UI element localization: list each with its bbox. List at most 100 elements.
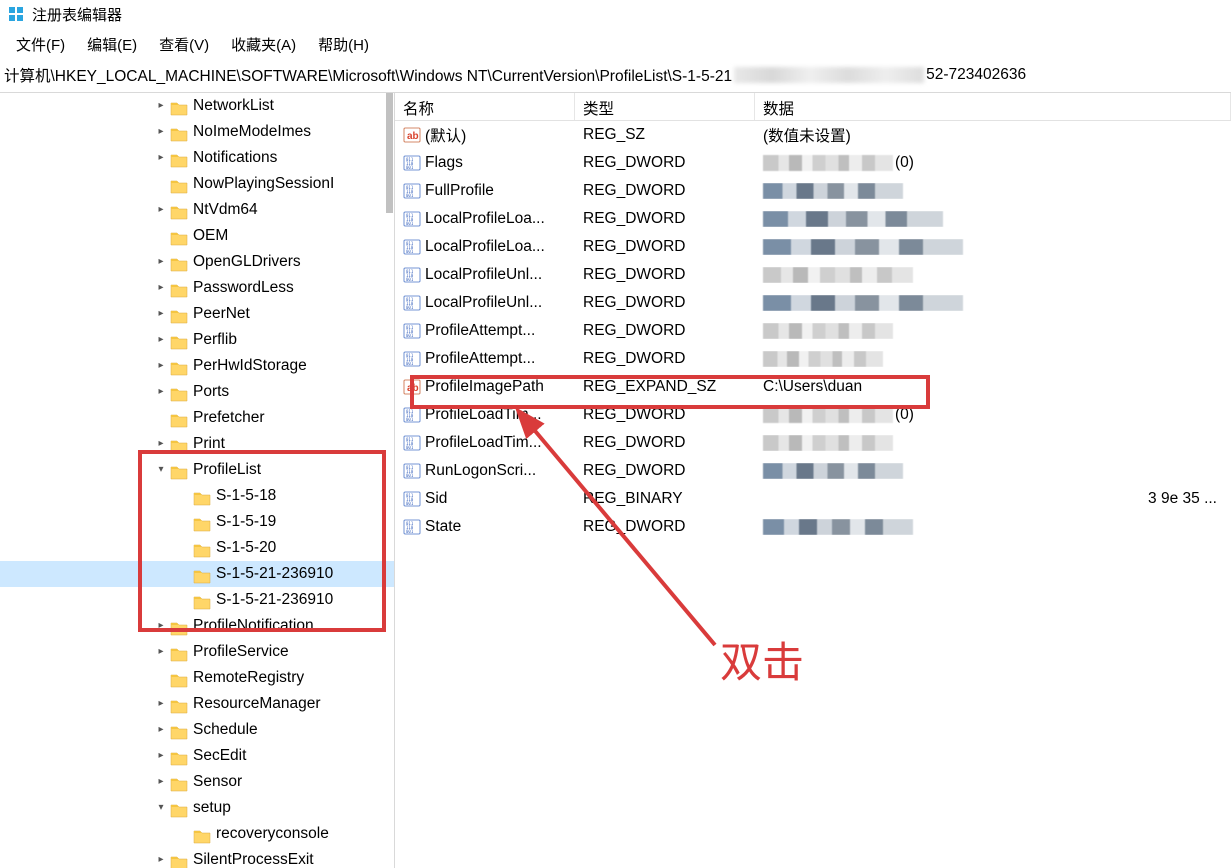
list-row[interactable]: FullProfileREG_DWORD: [395, 177, 1231, 205]
tree-item[interactable]: ▸ OpenGLDrivers: [0, 249, 394, 275]
list-pane[interactable]: 名称 类型 数据 (默认)REG_SZ(数值未设置)FlagsREG_DWORD…: [395, 93, 1231, 868]
tree-item[interactable]: ▸Perflib: [0, 327, 394, 353]
chevron-right-icon[interactable]: ▸: [155, 691, 167, 717]
tree-item[interactable]: ·OEM: [0, 223, 394, 249]
data-text: 3 9e 35 ...: [1148, 490, 1223, 508]
menu-file[interactable]: 文件(F): [16, 34, 65, 55]
tree-item[interactable]: ▸ProfileService: [0, 639, 394, 665]
address-path-prefix: 计算机\HKEY_LOCAL_MACHINE\SOFTWARE\Microsof…: [4, 64, 732, 86]
address-bar[interactable]: 计算机\HKEY_LOCAL_MACHINE\SOFTWARE\Microsof…: [0, 62, 1231, 92]
chevron-right-icon[interactable]: ▸: [155, 249, 167, 275]
list-row[interactable]: RunLogonScri...REG_DWORD: [395, 457, 1231, 485]
list-row[interactable]: LocalProfileUnl...REG_DWORD: [395, 261, 1231, 289]
chevron-right-icon[interactable]: ▸: [155, 119, 167, 145]
tree-item[interactable]: ·S-1-5-21-236910: [0, 587, 394, 613]
list-row[interactable]: LocalProfileLoa...REG_DWORD: [395, 205, 1231, 233]
tree-item[interactable]: ▸ ResourceManager: [0, 691, 394, 717]
folder-icon: [170, 125, 188, 140]
list-row[interactable]: ProfileLoadTim...REG_DWORD (0): [395, 401, 1231, 429]
tree-item[interactable]: ▸PerHwIdStorage: [0, 353, 394, 379]
column-header-data[interactable]: 数据: [755, 93, 1231, 120]
chevron-right-icon[interactable]: ▸: [155, 431, 167, 457]
list-row[interactable]: StateREG_DWORD: [395, 513, 1231, 541]
folder-icon: [170, 749, 188, 764]
chevron-right-icon[interactable]: ▸: [155, 847, 167, 868]
list-row[interactable]: LocalProfileUnl...REG_DWORD: [395, 289, 1231, 317]
value-name: FullProfile: [425, 182, 494, 200]
menu-edit[interactable]: 编辑(E): [87, 34, 137, 55]
binary-value-icon: [403, 266, 421, 284]
tree-item[interactable]: ▸NtVdm64: [0, 197, 394, 223]
value-name: LocalProfileUnl...: [425, 266, 542, 284]
tree-item[interactable]: ▾ setup: [0, 795, 394, 821]
tree-item[interactable]: ▸SecEdit: [0, 743, 394, 769]
tree-item-label: Sensor: [193, 769, 242, 795]
list-row[interactable]: ProfileImagePathREG_EXPAND_SZC:\Users\du…: [395, 373, 1231, 401]
tree-item[interactable]: ▸ Sensor: [0, 769, 394, 795]
chevron-right-icon[interactable]: ▸: [155, 145, 167, 171]
list-row[interactable]: LocalProfileLoa...REG_DWORD: [395, 233, 1231, 261]
chevron-right-icon[interactable]: ▸: [155, 769, 167, 795]
tree-item[interactable]: ·RemoteRegistry: [0, 665, 394, 691]
list-row[interactable]: (默认)REG_SZ(数值未设置): [395, 121, 1231, 149]
tree-pane[interactable]: ▸NetworkList▸NoImeModeImes▸Notifications…: [0, 93, 395, 868]
tree-item[interactable]: ·S-1-5-20: [0, 535, 394, 561]
chevron-right-icon[interactable]: ▸: [155, 743, 167, 769]
chevron-right-icon[interactable]: ▸: [155, 639, 167, 665]
chevron-down-icon[interactable]: ▾: [155, 795, 167, 821]
tree-item[interactable]: ▸Print: [0, 431, 394, 457]
chevron-right-icon[interactable]: ▸: [155, 379, 167, 405]
pixelated-data: [763, 267, 913, 283]
chevron-right-icon[interactable]: ▸: [155, 301, 167, 327]
tree-item-label: OEM: [193, 223, 228, 249]
tree-item[interactable]: ·S-1-5-18: [0, 483, 394, 509]
tree-item-label: OpenGLDrivers: [193, 249, 301, 275]
tree-item[interactable]: ·Prefetcher: [0, 405, 394, 431]
list-row[interactable]: ProfileAttempt...REG_DWORD: [395, 317, 1231, 345]
list-row[interactable]: SidREG_BINARY3 9e 35 ...: [395, 485, 1231, 513]
value-type: REG_DWORD: [575, 322, 755, 340]
binary-value-icon: [403, 322, 421, 340]
chevron-right-icon[interactable]: ▸: [155, 613, 167, 639]
chevron-down-icon[interactable]: ▾: [155, 457, 167, 483]
chevron-right-icon[interactable]: ▸: [155, 353, 167, 379]
tree-item-label: setup: [193, 795, 231, 821]
tree-item[interactable]: ▸PasswordLess: [0, 275, 394, 301]
chevron-right-icon[interactable]: ▸: [155, 717, 167, 743]
column-header-name[interactable]: 名称: [395, 93, 575, 120]
tree-item[interactable]: ▸SilentProcessExit: [0, 847, 394, 868]
value-data: [755, 267, 1231, 283]
tree-item[interactable]: ▾ProfileList: [0, 457, 394, 483]
tree-item[interactable]: ·NowPlayingSessionI: [0, 171, 394, 197]
folder-icon: [170, 697, 188, 712]
column-header-type[interactable]: 类型: [575, 93, 755, 120]
chevron-right-icon[interactable]: ▸: [155, 197, 167, 223]
list-row[interactable]: ProfileLoadTim...REG_DWORD: [395, 429, 1231, 457]
folder-icon: [170, 411, 188, 426]
menu-view[interactable]: 查看(V): [159, 34, 209, 55]
chevron-right-icon[interactable]: ▸: [155, 93, 167, 119]
tree-item-label: S-1-5-19: [216, 509, 276, 535]
folder-icon: [170, 203, 188, 218]
chevron-right-icon[interactable]: ▸: [155, 327, 167, 353]
list-row[interactable]: ProfileAttempt...REG_DWORD: [395, 345, 1231, 373]
tree-item[interactable]: ▸ Notifications: [0, 145, 394, 171]
tree-item[interactable]: ·S-1-5-21-236910: [0, 561, 394, 587]
tree-item[interactable]: ▸Schedule: [0, 717, 394, 743]
folder-icon: [170, 281, 188, 296]
tree-item-label: ResourceManager: [193, 691, 321, 717]
list-row[interactable]: FlagsREG_DWORD (0): [395, 149, 1231, 177]
tree-item[interactable]: ▸PeerNet: [0, 301, 394, 327]
tree-item-label: Notifications: [193, 145, 277, 171]
menu-help[interactable]: 帮助(H): [318, 34, 369, 55]
tree-item[interactable]: ▸ProfileNotification: [0, 613, 394, 639]
value-type: REG_BINARY: [575, 490, 755, 508]
folder-icon: [170, 619, 188, 634]
tree-item[interactable]: ▸Ports: [0, 379, 394, 405]
tree-item[interactable]: ▸NetworkList: [0, 93, 394, 119]
menu-favorites[interactable]: 收藏夹(A): [231, 34, 296, 55]
tree-item[interactable]: ·recoveryconsole: [0, 821, 394, 847]
tree-item[interactable]: ·S-1-5-19: [0, 509, 394, 535]
chevron-right-icon[interactable]: ▸: [155, 275, 167, 301]
tree-item[interactable]: ▸NoImeModeImes: [0, 119, 394, 145]
